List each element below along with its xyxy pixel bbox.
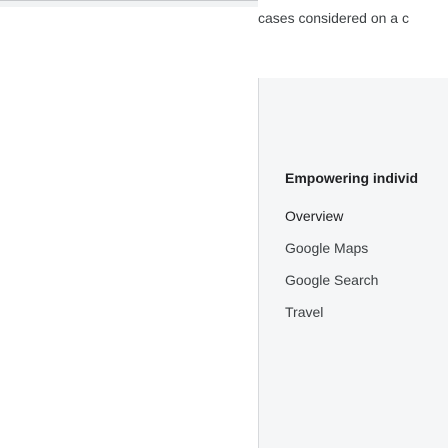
nav-item-google-search[interactable]: Google Search xyxy=(285,264,378,296)
side-nav: Overview Google Maps Google Search Trave… xyxy=(285,200,378,328)
page: cases considered on a c Empowering indiv… xyxy=(0,0,448,448)
nav-item-overview[interactable]: Overview xyxy=(285,200,378,232)
top-content-area: cases considered on a c xyxy=(0,0,448,50)
top-rule xyxy=(0,0,258,7)
side-heading: Empowering individ xyxy=(285,170,419,186)
nav-item-travel[interactable]: Travel xyxy=(285,296,378,328)
nav-item-google-maps[interactable]: Google Maps xyxy=(285,232,378,264)
top-caption: cases considered on a c xyxy=(258,10,409,26)
